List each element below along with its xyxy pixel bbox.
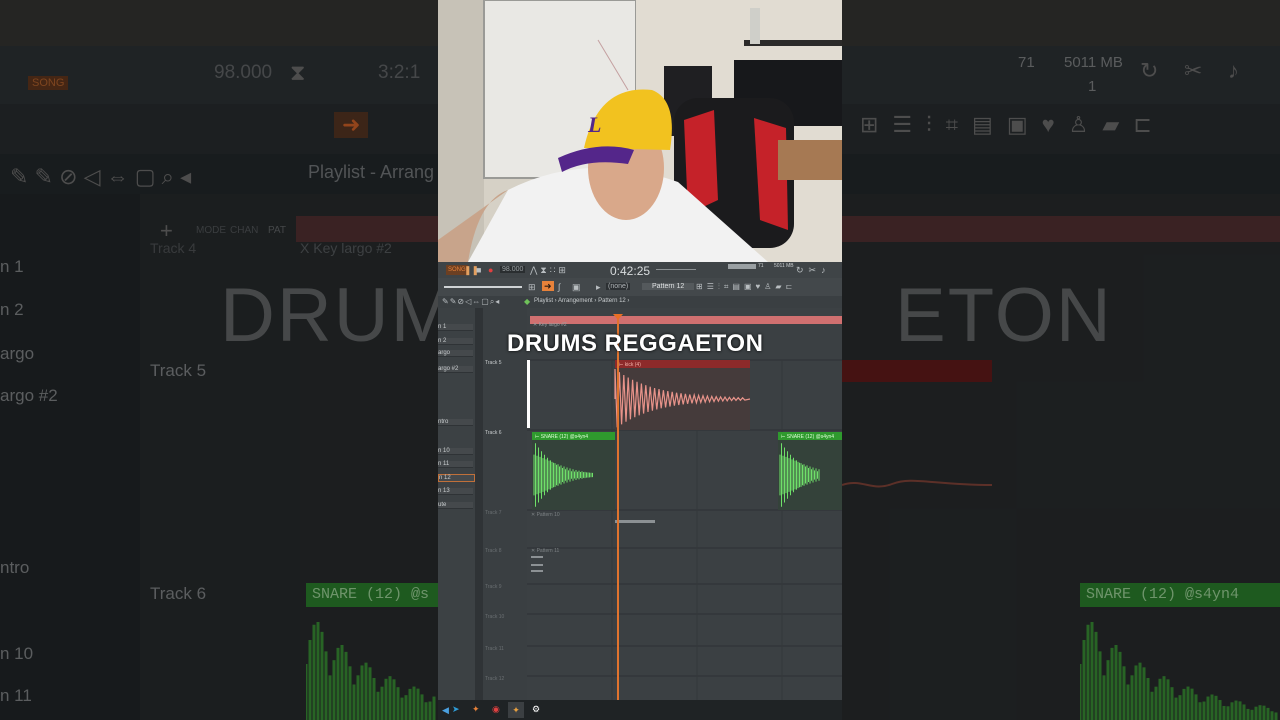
pattern-dropdown-arrow[interactable]: ▸ bbox=[596, 282, 601, 292]
track-header-label[interactable]: Track 9 bbox=[485, 584, 501, 590]
track-header-label[interactable]: Track 5 bbox=[485, 360, 501, 366]
scroll-panel[interactable] bbox=[475, 308, 483, 700]
cpu-value: 71 bbox=[758, 263, 764, 269]
fl-active-icon[interactable]: ✦ bbox=[508, 702, 524, 718]
pattern-10-note bbox=[615, 520, 655, 523]
keyboard-icon[interactable]: ⊞ bbox=[528, 282, 536, 292]
channel-item[interactable]: n 1 bbox=[438, 324, 473, 331]
breadcrumb[interactable]: Playlist › Arrangement › Pattern 12 › bbox=[534, 298, 629, 304]
settings-icon[interactable]: ⚙ bbox=[532, 704, 540, 714]
track-header-label[interactable]: Track 10 bbox=[485, 614, 504, 620]
channel-item[interactable]: n 2 bbox=[438, 338, 473, 345]
pattern-selector[interactable]: Pattern 12 bbox=[642, 283, 695, 290]
stop-icon[interactable]: ■ bbox=[476, 265, 481, 275]
channel-item[interactable]: ntro bbox=[438, 419, 473, 426]
time-ruler bbox=[527, 308, 842, 316]
channel-item[interactable]: n 10 bbox=[438, 448, 473, 455]
snare-clip-1-label: ⊢ SNARE (12) @s4yn4 bbox=[535, 433, 588, 440]
toolbar: ⊞ ➜ ∫ ▣ ▸ (none) Pattern 12 ⊞☰⫶⌗▤▣♥♙▰⊏ bbox=[438, 278, 842, 296]
webcam-scene: L bbox=[438, 0, 842, 262]
main-volume-slider[interactable] bbox=[444, 286, 522, 288]
pattern-11-note bbox=[531, 570, 543, 572]
channel-item[interactable]: n 12 bbox=[438, 474, 475, 482]
channel-item[interactable]: n 13 bbox=[438, 488, 473, 495]
playhead bbox=[617, 316, 619, 700]
track-header-label[interactable]: Track 7 bbox=[485, 510, 501, 516]
breadcrumb-pattern[interactable]: Pattern 12 bbox=[598, 298, 626, 304]
breadcrumb-arrangement[interactable]: Arrangement bbox=[558, 298, 593, 304]
pattern-11-label: ✕ Pattern 11 bbox=[531, 548, 559, 554]
channel-item[interactable]: n 11 bbox=[438, 461, 473, 468]
bg-shade-left bbox=[0, 0, 438, 720]
track-header-label[interactable]: Track 11 bbox=[485, 646, 504, 652]
chrome-icon[interactable]: ◉ bbox=[492, 704, 500, 714]
top-right-icons[interactable]: ↻✂♪ bbox=[796, 265, 831, 275]
channel-item[interactable]: argo #2 bbox=[438, 366, 473, 373]
pattern-11-note bbox=[531, 564, 543, 566]
window-buttons-icons[interactable]: ⊞☰⫶⌗▤▣♥♙▰⊏ bbox=[696, 282, 796, 292]
track-header-label[interactable]: Track 8 bbox=[485, 548, 501, 554]
fl-icon[interactable]: ✦ bbox=[472, 704, 480, 714]
cpu-meter bbox=[728, 264, 756, 269]
playlist-grid[interactable]: ✕ Key largo #2 ⊢ kick (4) ⊢ SNARE (12) @s4… bbox=[527, 308, 842, 700]
transport-bar: SONG ❚❚ ■ ● 98.000 ⋀⧗∷⊞ 0:42:25 71 5011 … bbox=[438, 262, 842, 278]
master-slider[interactable] bbox=[656, 269, 696, 270]
cursor-line bbox=[527, 360, 530, 428]
playlist-header: ✎✎⊘◁⇔▢⌕◂ ◆ Playlist › Arrangement › Patt… bbox=[438, 296, 842, 308]
timeline-marker-strip bbox=[530, 316, 842, 324]
snare-clip-2-label: ⊢ SNARE (12) @s4yn4 bbox=[781, 433, 834, 440]
keylargo-clip-label: ✕ Key largo #2 bbox=[533, 322, 567, 328]
telegram-icon[interactable]: ➤ bbox=[452, 704, 460, 714]
pattern-11-note bbox=[531, 556, 543, 558]
arrow-icon[interactable]: ➜ bbox=[542, 281, 554, 291]
transport-tools-icons[interactable]: ⋀⧗∷⊞ bbox=[530, 265, 569, 275]
svg-text:L: L bbox=[587, 112, 601, 137]
bg-shade-right bbox=[842, 0, 1280, 720]
track-headers: Track 5 Track 6 Track 7 Track 8 Track 9 Track… bbox=[483, 308, 527, 700]
record-icon[interactable]: ● bbox=[488, 265, 493, 275]
song-time-display: 0:42:25 bbox=[610, 264, 651, 278]
none-selector[interactable]: (none) bbox=[606, 283, 631, 290]
taskbar-app-icon[interactable]: ◀ bbox=[442, 705, 449, 715]
playlist-grid-canvas[interactable]: ✕ Key largo #2 ⊢ kick (4) ⊢ SNARE (12) @s4… bbox=[527, 308, 842, 700]
channel-item[interactable]: argo bbox=[438, 350, 473, 357]
video-frame: L SONG ❚❚ ■ ● 98.000 ⋀⧗∷⊞ 0:42:25 71 501… bbox=[438, 0, 842, 720]
taskbar: ◀ ➤ ✦ ◉ ✦ ⚙ bbox=[438, 700, 842, 720]
pattern-icon[interactable]: ▣ bbox=[572, 282, 581, 292]
playlist-tool-icons[interactable]: ✎✎⊘◁⇔▢⌕◂ bbox=[442, 297, 500, 307]
channel-item[interactable]: ute bbox=[438, 502, 473, 509]
webcam-view: L bbox=[438, 0, 842, 262]
playlist-arrow-icon: ◆ bbox=[524, 297, 531, 306]
channel-list: n 1 n 2 argo argo #2 ntro n 10 n 11 n 12 n 13 ute bbox=[438, 308, 475, 700]
kick-clip-label: ⊢ kick (4) bbox=[619, 361, 641, 368]
breadcrumb-playlist[interactable]: Playlist bbox=[534, 298, 553, 304]
track-header-label[interactable]: Track 12 bbox=[485, 676, 504, 682]
track-header-label[interactable]: Track 6 bbox=[485, 430, 501, 436]
pattern-10-label: ✕ Pattern 10 bbox=[531, 512, 560, 518]
memory-value: 5011 MB bbox=[774, 263, 794, 269]
tempo-display[interactable]: 98.000 bbox=[500, 266, 526, 273]
video-caption: DRUMS REGGAETON bbox=[507, 330, 764, 357]
curve-icon[interactable]: ∫ bbox=[558, 282, 560, 292]
